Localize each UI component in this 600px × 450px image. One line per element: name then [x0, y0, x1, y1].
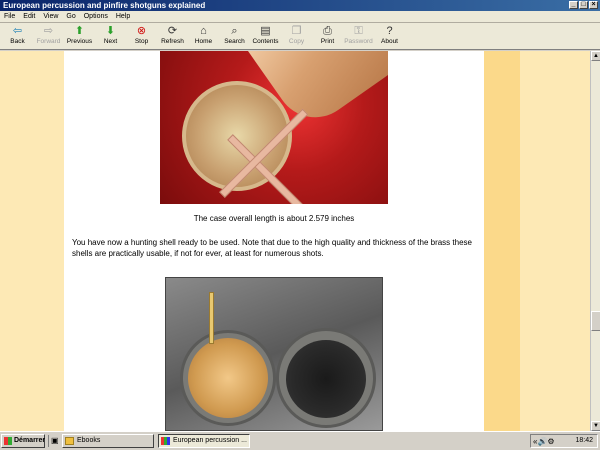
copy-icon: ❐ — [291, 25, 302, 37]
shotgun-breech-photo — [165, 277, 383, 431]
page-right-margin — [520, 51, 590, 431]
scroll-thumb[interactable] — [591, 311, 600, 331]
minimize-button[interactable]: _ — [569, 1, 578, 9]
toolbar-contents-button[interactable]: ▤ Contents — [250, 23, 281, 50]
system-tray: «🔊⚙ 18:42 — [530, 434, 598, 448]
scroll-down-arrow[interactable]: ▼ — [591, 421, 600, 431]
toolbar-search-button[interactable]: ⌕ Search — [219, 23, 250, 50]
windows-logo-icon — [4, 437, 12, 445]
window-controls: _ □ × — [569, 1, 598, 9]
toolbar-button-label: Back — [10, 38, 25, 45]
next-arrow-icon: ⬇ — [105, 25, 116, 37]
toolbar-previous-button[interactable]: ⬆ Previous — [64, 23, 95, 50]
search-icon: ⌕ — [231, 25, 238, 37]
taskbar-item-label: Ebooks — [77, 437, 101, 444]
clock: 18:42 — [575, 437, 593, 444]
toolbar-forward-button[interactable]: ⇨ Forward — [33, 23, 64, 50]
password-key-icon: ⚿ — [354, 25, 363, 37]
refresh-icon: ⟳ — [167, 25, 178, 37]
maximize-button[interactable]: □ — [579, 1, 588, 9]
toolbar-password-button[interactable]: ⚿ Password — [343, 23, 374, 50]
menu-edit[interactable]: Edit — [23, 11, 35, 22]
brass-shell-photo — [160, 51, 388, 204]
about-icon: ? — [386, 25, 393, 37]
taskbar-item-label: European percussion ... — [173, 437, 247, 444]
content-column: The case overall length is about 2.579 i… — [64, 51, 484, 431]
ebook-app-icon — [161, 437, 170, 445]
toolbar-button-label: Home — [194, 38, 213, 45]
home-icon: ⌂ — [200, 25, 207, 37]
back-arrow-icon: ⇦ — [12, 25, 23, 37]
toolbar-button-label: Forward — [36, 38, 61, 45]
scroll-up-arrow[interactable]: ▲ — [591, 51, 600, 61]
toolbar-about-button[interactable]: ? About — [374, 23, 405, 50]
menu-file[interactable]: File — [4, 11, 15, 22]
forward-arrow-icon: ⇨ — [43, 25, 54, 37]
toolbar-button-label: About — [381, 38, 398, 45]
tray-icons[interactable]: «🔊⚙ — [533, 436, 555, 447]
menu-help[interactable]: Help — [116, 11, 130, 22]
toolbar-stop-button[interactable]: ⊗ Stop — [126, 23, 157, 50]
toolbar-refresh-button[interactable]: ⟳ Refresh — [157, 23, 188, 50]
toolbar-button-label: Previous — [66, 38, 93, 45]
toolbar-copy-button[interactable]: ❐ Copy — [281, 23, 312, 50]
close-button[interactable]: × — [589, 1, 598, 9]
taskbar-item-european-percussion[interactable]: European percussion ... — [158, 434, 250, 448]
window-title: European percussion and pinfire shotguns… — [3, 1, 206, 10]
brass-shell-head-shape — [188, 338, 268, 418]
pinfire-pin-shape — [209, 292, 214, 344]
body-paragraph: You have now a hunting shell ready to be… — [72, 238, 472, 258]
toolbar-home-button[interactable]: ⌂ Home — [188, 23, 219, 50]
taskbar-item-ebooks[interactable]: Ebooks — [62, 434, 154, 448]
start-label: Démarrer — [14, 437, 46, 444]
toolbar-button-label: Next — [103, 38, 118, 45]
window-title-bar: European percussion and pinfire shotguns… — [0, 0, 600, 11]
menu-bar: File Edit View Go Options Help — [0, 11, 600, 23]
page-right-stripe — [484, 51, 520, 431]
menu-view[interactable]: View — [43, 11, 58, 22]
previous-arrow-icon: ⬆ — [74, 25, 85, 37]
start-button[interactable]: Démarrer — [1, 434, 45, 448]
print-icon: ⎙ — [323, 25, 332, 37]
vertical-scrollbar[interactable]: ▲ ▼ — [590, 51, 600, 431]
toolbar-button-label: Refresh — [161, 38, 184, 45]
toolbar-button-label: Password — [344, 38, 373, 45]
contents-icon: ▤ — [260, 25, 271, 37]
toolbar: ⇦ Back ⇨ Forward ⬆ Previous ⬇ Next ⊗ Stop ⟳ Refresh… — [0, 23, 600, 50]
empty-bore-shape — [286, 340, 366, 418]
taskbar: Démarrer ▣ Ebooks European percussion ..… — [0, 431, 600, 450]
toolbar-button-label: Contents — [252, 38, 279, 45]
toolbar-button-label: Print — [320, 38, 335, 45]
page-left-margin — [0, 51, 64, 431]
toolbar-next-button[interactable]: ⬇ Next — [95, 23, 126, 50]
menu-options[interactable]: Options — [84, 11, 108, 22]
menu-go[interactable]: Go — [66, 11, 75, 22]
toolbar-button-label: Stop — [134, 38, 149, 45]
toolbar-back-button[interactable]: ⇦ Back — [2, 23, 33, 50]
toolbar-button-label: Copy — [288, 38, 305, 45]
quick-launch-icon[interactable]: ▣ — [48, 435, 59, 447]
stop-icon: ⊗ — [136, 25, 147, 37]
folder-icon — [65, 437, 74, 445]
toolbar-print-button[interactable]: ⎙ Print — [312, 23, 343, 50]
toolbar-button-label: Search — [224, 38, 245, 45]
photo-caption: The case overall length is about 2.579 i… — [193, 214, 355, 223]
page-viewport: The case overall length is about 2.579 i… — [0, 51, 590, 431]
